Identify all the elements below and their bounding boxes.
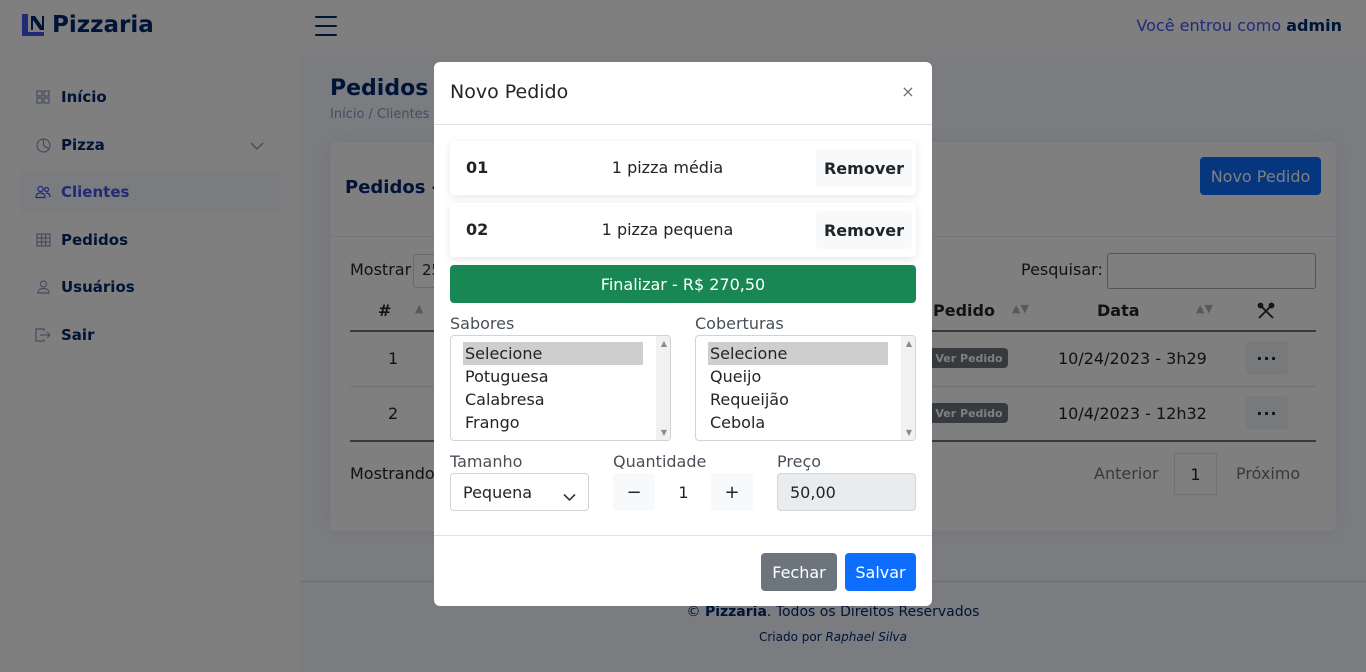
close-button[interactable]: Fechar (761, 553, 837, 591)
order-item-description: 1 pizza pequena (601, 220, 734, 239)
scroll-down-icon[interactable]: ▼ (906, 428, 912, 437)
modal-footer: Fechar Salvar (434, 535, 932, 606)
quantity-decrement-button[interactable]: − (613, 473, 655, 511)
size-value: Pequena (463, 483, 533, 502)
modal-header: Novo Pedido × (434, 62, 932, 125)
scroll-down-icon[interactable]: ▼ (661, 428, 667, 437)
listbox-option[interactable]: Cebola (708, 411, 888, 434)
quantity-input[interactable]: 1 (655, 473, 712, 511)
order-item-number: 01 (466, 158, 489, 177)
order-item-description: 1 pizza média (611, 158, 724, 177)
remove-item-button[interactable]: Remover (816, 211, 912, 249)
order-item-number: 02 (466, 220, 489, 239)
listbox-option[interactable]: Queijo (708, 365, 888, 388)
price-field: 50,00 (777, 473, 916, 511)
flavors-label: Sabores (450, 314, 515, 333)
listbox-option[interactable]: Requeijão (708, 388, 888, 411)
toppings-label: Coberturas (695, 314, 784, 333)
close-icon[interactable]: × (900, 82, 916, 102)
remove-item-button[interactable]: Remover (816, 149, 912, 187)
quantity-increment-button[interactable]: + (711, 473, 753, 511)
scrollbar[interactable] (901, 336, 915, 440)
scrollbar[interactable] (656, 336, 670, 440)
listbox-option[interactable]: Potuguesa (463, 365, 643, 388)
listbox-option[interactable]: Selecione (463, 342, 643, 365)
order-item: 01 1 pizza média Remover (450, 141, 916, 195)
price-value: 50,00 (790, 483, 836, 502)
toppings-listbox[interactable]: ▲ ▼ Selecione Queijo Requeijão Cebola (695, 335, 916, 441)
quantity-label: Quantidade (613, 452, 707, 471)
finalize-button[interactable]: Finalizar - R$ 270,50 (450, 265, 916, 303)
listbox-option[interactable]: Selecione (708, 342, 888, 365)
scroll-up-icon[interactable]: ▲ (661, 339, 667, 348)
listbox-option[interactable]: Frango (463, 411, 643, 434)
size-label: Tamanho (450, 452, 523, 471)
modal-title: Novo Pedido (450, 81, 569, 103)
listbox-option[interactable]: Calabresa (463, 388, 643, 411)
new-order-modal: Novo Pedido × 01 1 pizza média Remover 0… (434, 62, 932, 606)
flavors-listbox[interactable]: ▲ ▼ Selecione Potuguesa Calabresa Frango (450, 335, 671, 441)
scroll-up-icon[interactable]: ▲ (906, 339, 912, 348)
chevron-down-icon (563, 487, 576, 506)
size-select[interactable]: Pequena (450, 473, 589, 511)
price-label: Preço (777, 452, 822, 471)
save-button[interactable]: Salvar (845, 553, 916, 591)
order-item: 02 1 pizza pequena Remover (450, 203, 916, 257)
